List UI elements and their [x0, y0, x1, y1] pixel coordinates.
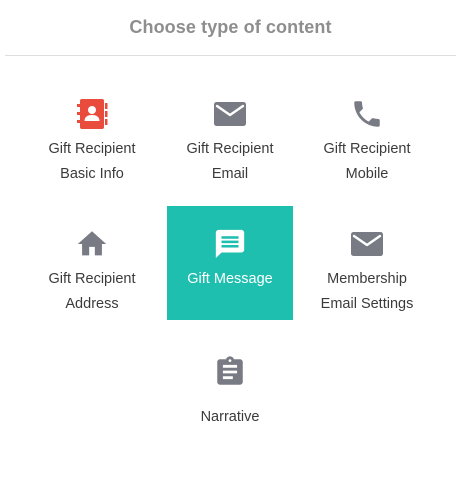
tile-label-line1: Gift Recipient	[186, 141, 274, 157]
tile-label-line1: Narrative	[200, 409, 260, 425]
tile-label: Gift Recipient Email	[167, 137, 293, 187]
header-divider	[5, 55, 456, 56]
home-icon	[74, 226, 110, 262]
contact-book-icon	[74, 96, 110, 132]
envelope-icon	[349, 226, 385, 262]
tile-label: Narrative	[167, 405, 293, 430]
tile-label-line2: Email	[211, 166, 249, 182]
message-icon	[212, 226, 248, 262]
content-type-gift-recipient-address[interactable]: Gift Recipient Address	[29, 206, 155, 320]
tile-label: Gift Message	[167, 267, 293, 292]
phone-icon	[349, 96, 385, 132]
content-type-gift-recipient-basic-info[interactable]: Gift Recipient Basic Info	[29, 76, 155, 190]
tile-label-line1: Gift Recipient	[48, 141, 136, 157]
content-type-gift-recipient-email[interactable]: Gift Recipient Email	[167, 76, 293, 190]
content-type-narrative[interactable]: Narrative	[167, 340, 293, 454]
tile-label-line1: Gift Recipient	[48, 271, 136, 287]
tile-label-line2: Mobile	[345, 166, 389, 182]
content-type-membership-email-settings[interactable]: Membership Email Settings	[304, 206, 430, 320]
tile-label-line1: Gift Recipient	[323, 141, 411, 157]
clipboard-icon	[212, 354, 248, 390]
tile-label-line1: Gift Message	[187, 271, 273, 287]
content-type-gift-recipient-mobile[interactable]: Gift Recipient Mobile	[304, 76, 430, 190]
tile-label-line1: Membership	[327, 271, 407, 287]
page-title: Choose type of content	[129, 17, 332, 37]
tile-label: Gift Recipient Mobile	[304, 137, 430, 187]
tile-label-line2: Email Settings	[320, 296, 414, 312]
tile-label: Gift Recipient Basic Info	[29, 137, 155, 187]
dialog-header: Choose type of content	[0, 0, 461, 56]
tile-label: Membership Email Settings	[304, 267, 430, 317]
envelope-icon	[212, 96, 248, 132]
content-type-gift-message[interactable]: Gift Message	[167, 206, 293, 320]
tile-label-line2: Basic Info	[60, 166, 124, 182]
tile-label: Gift Recipient Address	[29, 267, 155, 317]
tile-label-line2: Address	[65, 296, 119, 312]
